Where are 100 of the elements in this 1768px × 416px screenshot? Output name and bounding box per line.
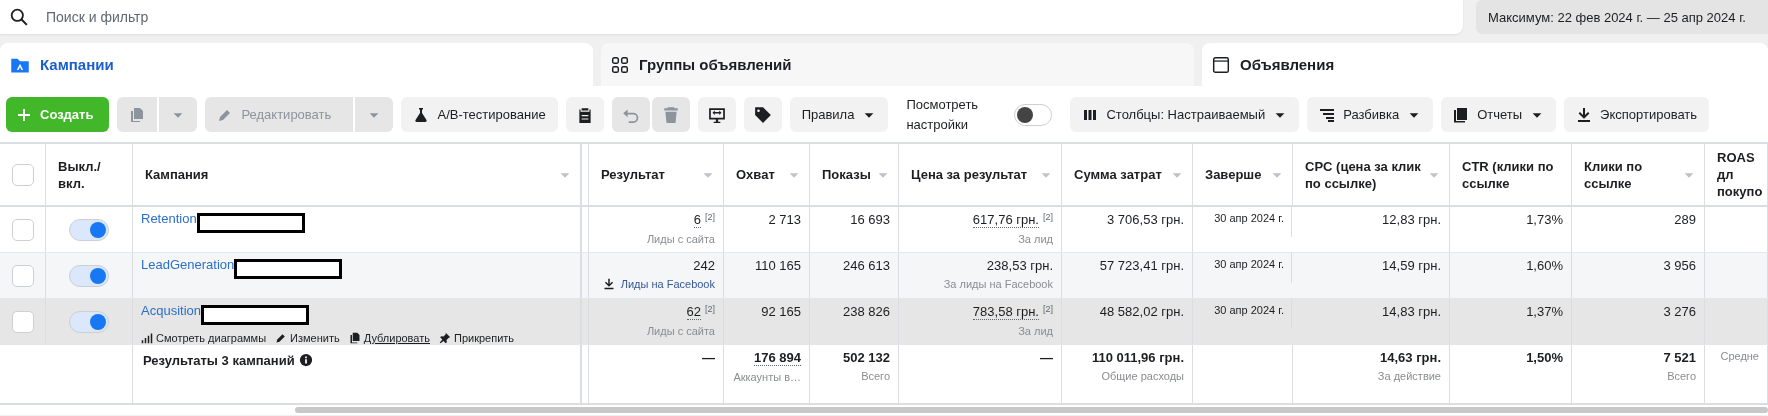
cell-value: 16 693 xyxy=(850,212,890,227)
summary-value: 7 521 xyxy=(1663,350,1696,365)
search-input[interactable]: Поиск и фильтр xyxy=(44,8,1463,26)
column-header[interactable]: Кампания xyxy=(145,166,558,183)
cell-value: 30 апр 2024 г. xyxy=(1214,212,1284,224)
cell-value: 14,83 грн. xyxy=(1382,304,1441,319)
column-header[interactable]: Результат xyxy=(601,166,701,183)
cell-caption: За лид xyxy=(1018,233,1053,245)
cell-caption: Всего xyxy=(1667,370,1696,382)
cell-value: 30 апр 2024 г. xyxy=(1214,304,1284,316)
summary-value: 14,63 грн. xyxy=(1380,350,1441,365)
download-icon xyxy=(602,278,615,290)
toolbar-button[interactable]: Экспортировать xyxy=(1564,97,1710,132)
cell-caption: Лиды с сайта xyxy=(646,233,715,245)
scrollbar[interactable] xyxy=(295,407,1768,413)
footnote-mark: [2] xyxy=(1043,304,1053,314)
cell-caption: Всего xyxy=(861,370,890,382)
cell-value: 3 706,53 грн. xyxy=(1107,212,1184,227)
cell-value: 3 276 xyxy=(1663,304,1696,319)
cell-value: 92 165 xyxy=(761,304,801,319)
column-header[interactable]: Цена за результат xyxy=(911,166,1039,183)
tab[interactable]: Объявления xyxy=(1202,43,1768,86)
cell-value: 246 613 xyxy=(843,258,890,273)
grid-icon xyxy=(611,55,629,74)
campaign-link[interactable]: LeadGeneration xyxy=(141,257,235,273)
column-header[interactable]: ROAS дл покупо xyxy=(1717,149,1763,200)
checkbox[interactable] xyxy=(11,264,34,287)
checkbox[interactable] xyxy=(11,163,34,186)
settings-label: Посмотреть настройки xyxy=(906,95,980,134)
summary-label: Результаты 3 кампаний xyxy=(143,353,295,368)
cell-value: 48 582,02 грн. xyxy=(1099,304,1184,319)
summary-value: — xyxy=(1040,350,1053,365)
window-icon xyxy=(1212,55,1230,74)
toolbar-button[interactable]: Правила xyxy=(789,97,889,132)
summary-value: — xyxy=(702,350,715,365)
cell-value: 110 165 xyxy=(754,258,801,273)
cell-value: 617,76 грн. xyxy=(972,212,1039,228)
tab[interactable]: Группы объявлений xyxy=(601,43,1194,86)
pin-icon xyxy=(439,332,451,344)
cell-value: 62 xyxy=(686,304,701,320)
column-header[interactable]: Показы xyxy=(822,166,876,183)
breakdown-icon xyxy=(1319,106,1336,123)
cell-value: 2 713 xyxy=(768,212,801,227)
summary-value: 502 132 xyxy=(843,350,890,365)
campaign-link[interactable]: Retention xyxy=(141,211,197,227)
row-action-link[interactable]: Прикрепить xyxy=(439,332,515,344)
plus-icon xyxy=(16,106,32,123)
preview-button[interactable] xyxy=(697,97,736,132)
cell-caption: За лид xyxy=(1018,325,1053,337)
column-header[interactable]: Заверше xyxy=(1205,166,1270,183)
column-header[interactable]: Выкл./ вкл. xyxy=(58,157,124,192)
cell-value: 238 826 xyxy=(843,304,890,319)
toolbar-button[interactable]: Столбцы: Настраиваемый xyxy=(1070,97,1300,132)
checkbox[interactable] xyxy=(11,310,34,333)
toolbar-button[interactable]: A/B-тестирование xyxy=(401,97,558,132)
cell-value: 14,59 грн. xyxy=(1382,258,1441,273)
column-header[interactable]: CPC (цена за клик по ссылке) xyxy=(1305,157,1427,192)
tab[interactable]: Кампании xyxy=(0,43,593,86)
summary-value: 110 011,96 грн. xyxy=(1091,350,1184,365)
summary-value: 1,50% xyxy=(1526,350,1563,365)
cell-value: 1,60% xyxy=(1526,258,1563,273)
cell-value: 3 956 xyxy=(1663,258,1696,273)
toggle-switch[interactable] xyxy=(69,264,109,287)
cell-caption: Средне xyxy=(1720,350,1759,362)
toggle-switch[interactable] xyxy=(69,218,109,241)
cell-value: 783,58 грн. xyxy=(972,304,1039,320)
clipboard-button[interactable] xyxy=(565,97,604,132)
reports-icon xyxy=(1453,106,1470,123)
checkbox[interactable] xyxy=(11,218,34,241)
toggle-switch[interactable] xyxy=(69,310,109,333)
cell-value: 57 723,41 грн. xyxy=(1099,258,1184,273)
cell-value: 289 xyxy=(1674,212,1696,227)
campaign-link[interactable]: Acqusition xyxy=(141,303,201,319)
toggle-switch[interactable] xyxy=(1014,103,1053,126)
column-header[interactable]: Сумма затрат xyxy=(1074,166,1170,183)
tag-icon xyxy=(753,105,772,124)
column-header[interactable]: CTR (клики по ссылке xyxy=(1462,157,1563,192)
cell-caption: За лиды на Facebook xyxy=(943,278,1053,290)
column-header[interactable]: Клики по ссылке xyxy=(1584,157,1682,192)
tag-button[interactable] xyxy=(743,97,782,132)
row-action-link[interactable]: Дублировать xyxy=(348,332,430,344)
row-action-link[interactable]: Смотреть диаграммы xyxy=(141,332,267,344)
search-icon xyxy=(10,8,28,26)
cell-caption: Лиды с сайта xyxy=(646,325,715,337)
toolbar-button[interactable]: Отчеты xyxy=(1441,97,1557,132)
toolbar-button[interactable]: Разбивка xyxy=(1307,97,1434,132)
download-icon xyxy=(1576,106,1593,123)
search-field[interactable]: Поиск и фильтр xyxy=(0,0,1463,34)
bar-chart-icon xyxy=(141,332,153,344)
footnote-mark: [2] xyxy=(705,212,715,222)
cell-value: 1,37% xyxy=(1526,304,1563,319)
cell-caption: Общие расходы xyxy=(1101,370,1184,382)
link[interactable]: Лиды на Facebook xyxy=(602,278,715,290)
cell-caption: Аккаунты в… xyxy=(733,371,801,383)
cell-value: 242 xyxy=(693,258,715,273)
cell-value: 1,73% xyxy=(1526,212,1563,227)
date-range-button[interactable]: Максимум: 22 фев 2024 г. — 25 апр 2024 г. xyxy=(1476,0,1768,34)
column-header[interactable]: Охват xyxy=(736,166,787,183)
summary-value: 176 894 xyxy=(754,350,801,366)
row-action-link[interactable]: Изменить xyxy=(275,332,340,344)
